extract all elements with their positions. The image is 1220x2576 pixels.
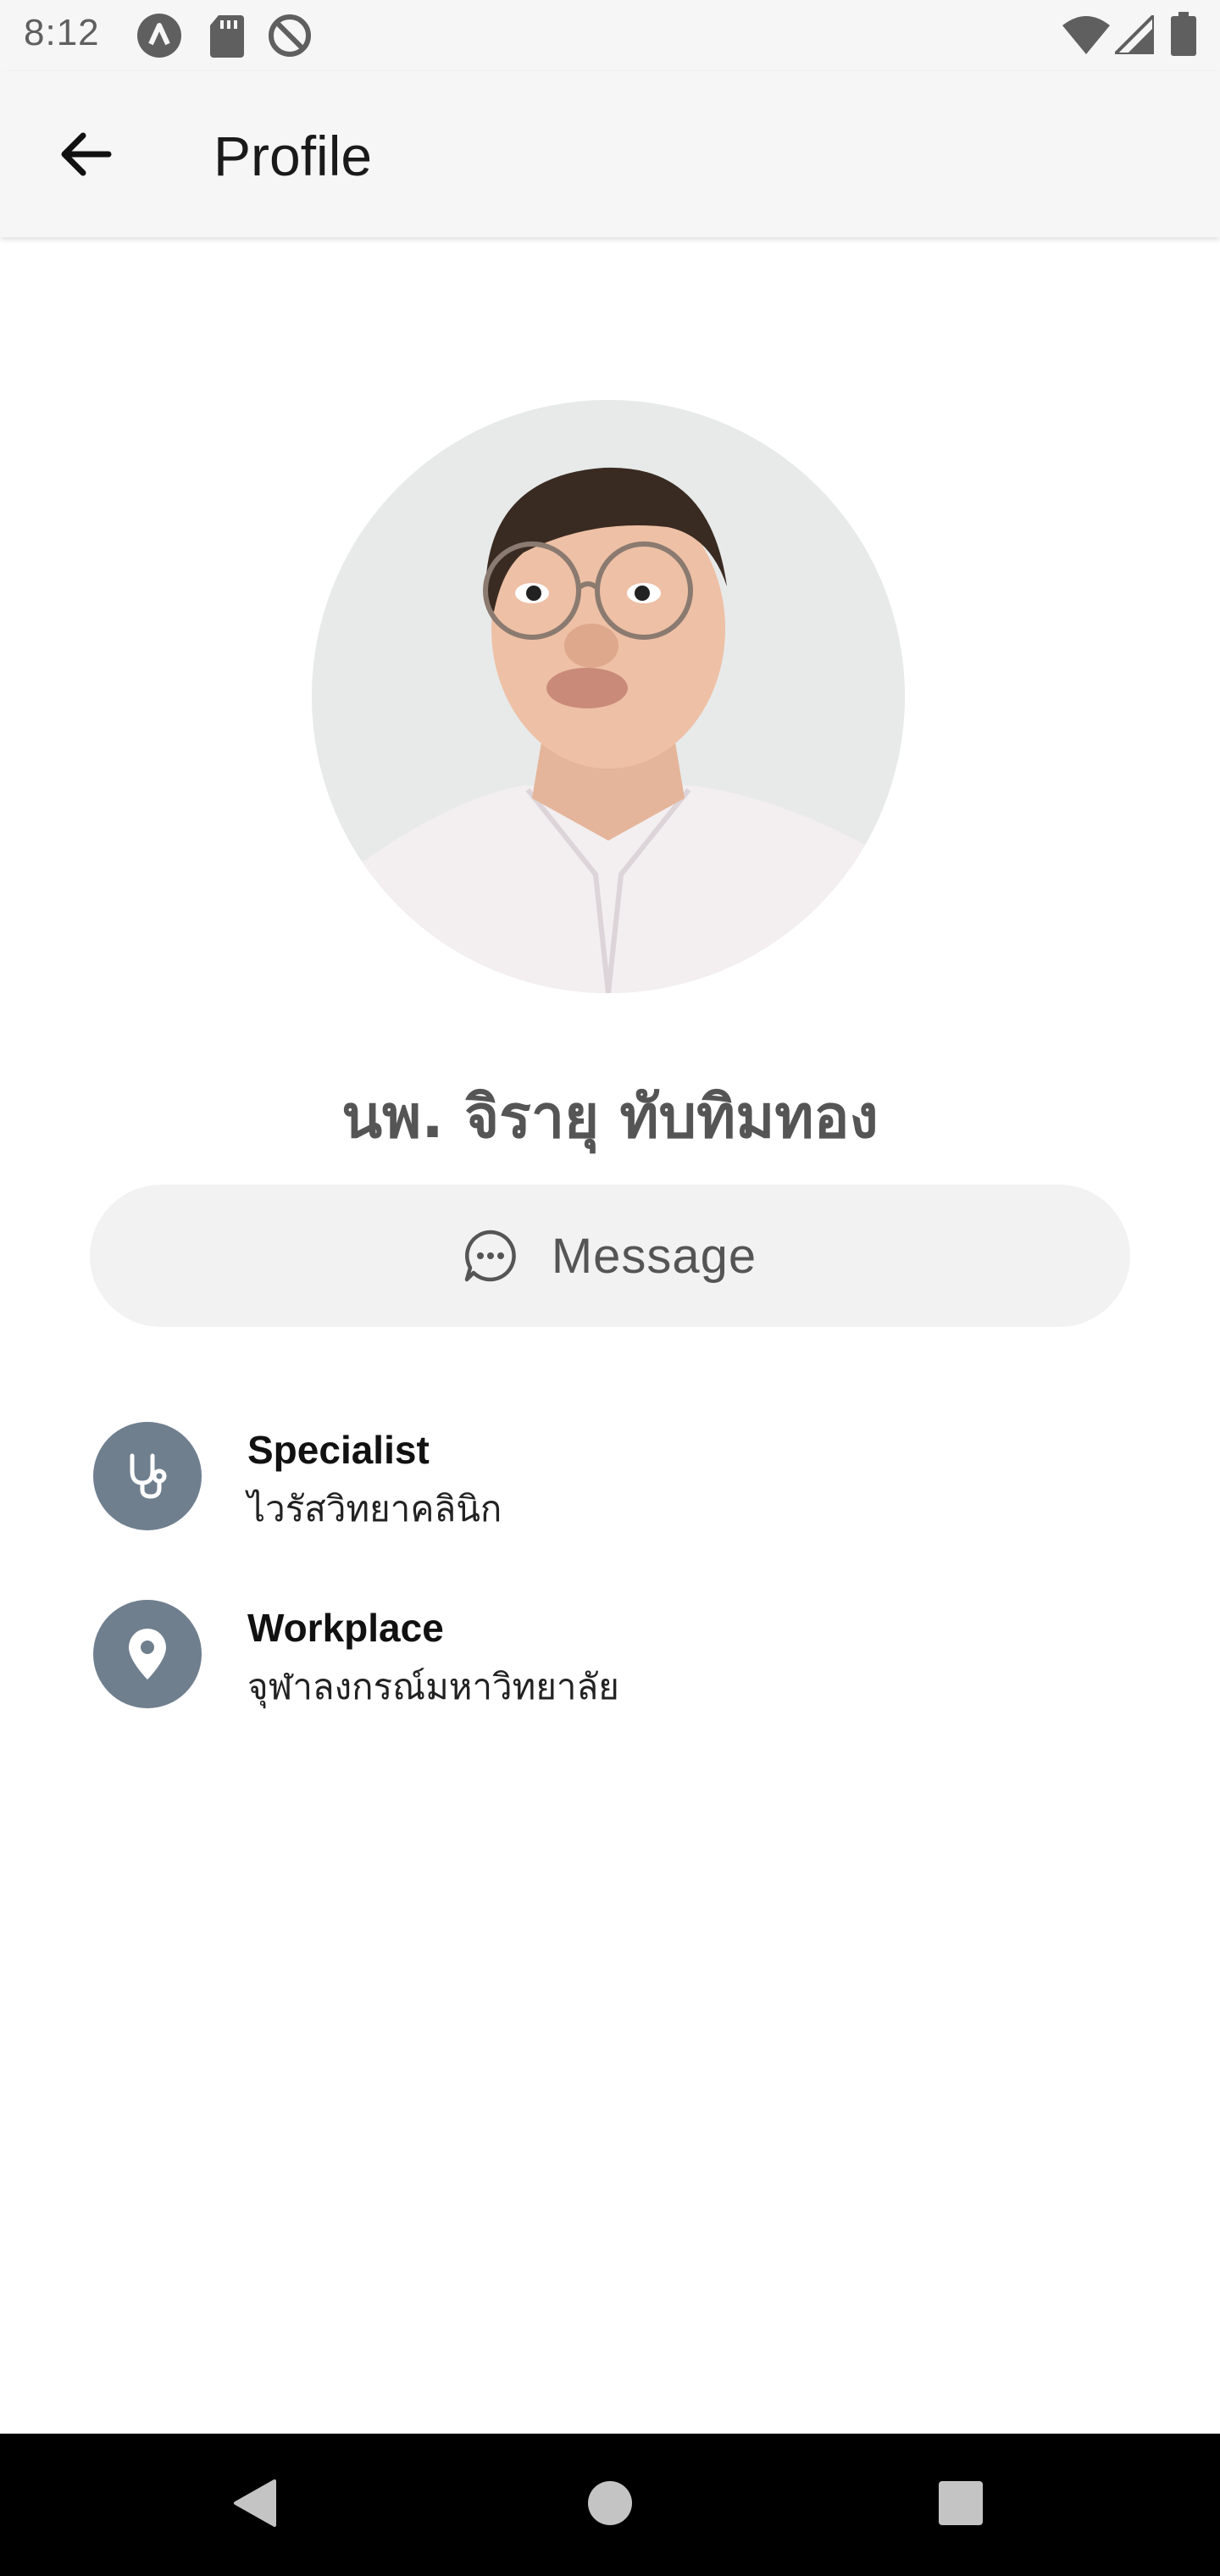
avatar: [312, 400, 905, 993]
app-notification-icon: [136, 12, 183, 64]
at-sign-icon: [266, 12, 313, 64]
location-pin-icon: [93, 1600, 202, 1708]
recents-square-icon: [937, 2479, 984, 2531]
nav-back-button[interactable]: [212, 2434, 297, 2576]
battery-icon: [1171, 12, 1196, 60]
workplace-row: Workplace จุฬาลงกรณ์มหาวิทยาลัย: [93, 1600, 1110, 1710]
home-circle-icon: [586, 2479, 634, 2531]
message-label: Message: [551, 1228, 757, 1284]
back-button[interactable]: [44, 115, 125, 197]
chat-bubble-icon: [463, 1229, 518, 1283]
nav-recents-button[interactable]: [918, 2434, 1003, 2576]
specialist-title: Specialist: [247, 1428, 430, 1472]
stethoscope-icon: [93, 1422, 202, 1530]
specialist-value: ไวรัสวิทยาคลินิก: [247, 1488, 502, 1530]
workplace-value: จุฬาลงกรณ์มหาวิทยาลัย: [247, 1666, 619, 1707]
message-button[interactable]: Message: [90, 1185, 1130, 1327]
arrow-left-icon: [58, 130, 112, 182]
status-bar: 8:12: [0, 0, 1220, 71]
page-title: Profile: [214, 125, 373, 187]
system-nav-bar: [0, 2434, 1220, 2576]
back-triangle-icon: [230, 2478, 278, 2533]
sd-card-icon: [207, 12, 247, 64]
app-bar: [0, 71, 1220, 237]
nav-home-button[interactable]: [568, 2434, 652, 2576]
doctor-name: นพ. จิรายุ ทับทิมทอง: [341, 1082, 879, 1152]
workplace-title: Workplace: [247, 1606, 444, 1650]
wifi-icon: [1062, 15, 1110, 58]
status-time: 8:12: [24, 12, 100, 53]
cell-signal-icon: [1111, 11, 1156, 58]
specialist-row: Specialist ไวรัสวิทยาคลินิก: [93, 1422, 1110, 1532]
